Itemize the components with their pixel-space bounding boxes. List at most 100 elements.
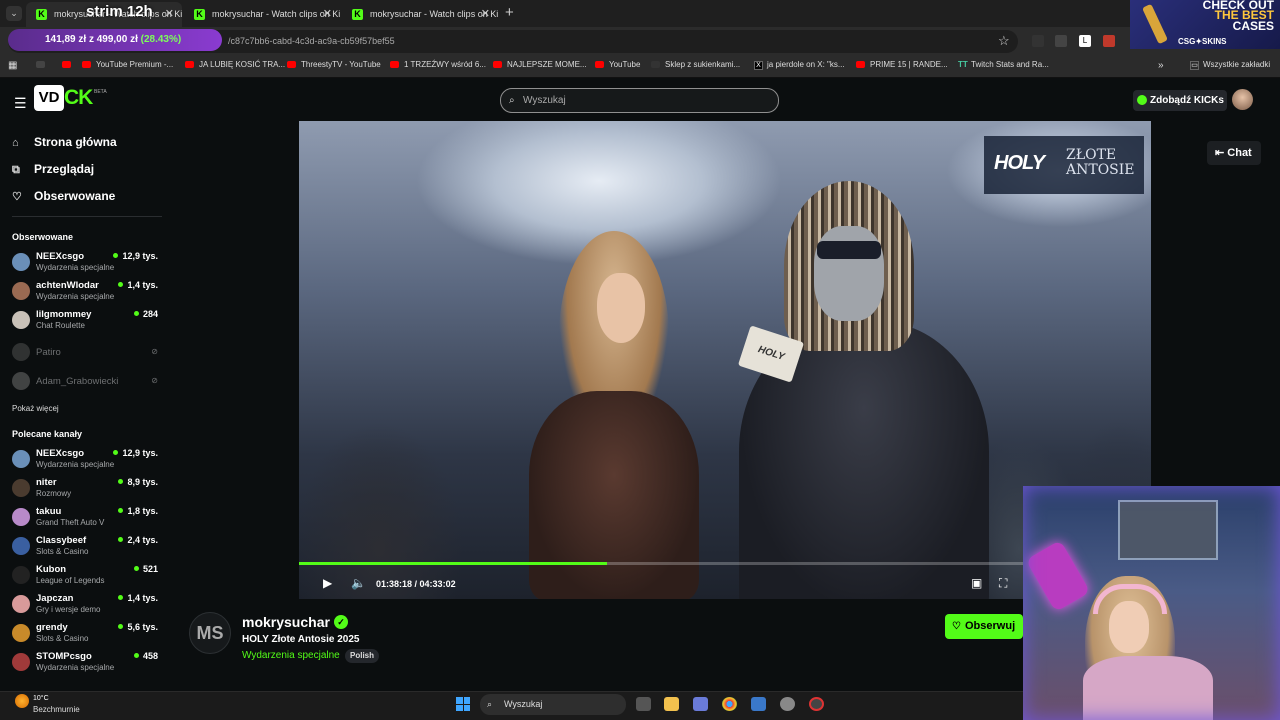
- channel-name: niter: [36, 477, 57, 488]
- kick-logo[interactable]: VD CK BETA: [34, 85, 107, 111]
- channel-name: NEEXcsgo: [36, 448, 85, 459]
- taskbar-search[interactable]: ⌕ Wyszukaj: [480, 694, 626, 715]
- apps-grid-icon[interactable]: ▦: [8, 60, 17, 71]
- chrome-icon[interactable]: [722, 697, 737, 711]
- volume-icon[interactable]: 🔈: [351, 576, 366, 590]
- task-view-icon[interactable]: [636, 697, 651, 711]
- bookmark-label: 1 TRZEŹWY wśród 6...: [404, 60, 486, 69]
- face: [597, 273, 645, 343]
- windows-start-icon[interactable]: [456, 697, 470, 711]
- play-icon[interactable]: ▶: [323, 576, 332, 590]
- nav-browse[interactable]: ⧉ Przeglądaj: [12, 162, 94, 177]
- search-input[interactable]: ⌕ Wyszukaj: [500, 88, 779, 113]
- logo-beta: BETA: [94, 89, 107, 95]
- menu-icon[interactable]: ☰: [14, 95, 27, 112]
- bookmark-label: PRIME 15 | RANDE...: [870, 60, 948, 69]
- price-percent: (28.43%): [140, 34, 182, 45]
- store-icon[interactable]: [693, 697, 708, 711]
- search-icon: ⌕: [509, 95, 515, 106]
- channel-category: Wydarzenia specjalne: [36, 292, 114, 301]
- recommended-channel[interactable]: Kubon League of Legends 521: [12, 564, 162, 590]
- close-tab-icon[interactable]: ✕: [323, 2, 332, 27]
- bookmark-item[interactable]: Sklep z sukienkami...: [651, 60, 740, 69]
- heart-icon: ♡: [952, 621, 961, 632]
- get-kicks-button[interactable]: Zdobądź KICKs: [1133, 90, 1227, 111]
- more-bookmarks-icon[interactable]: »: [1158, 60, 1164, 71]
- show-more-link[interactable]: Pokaż więcej: [12, 404, 59, 413]
- new-tab-button[interactable]: +: [505, 4, 514, 21]
- ad-line-3: CASES: [1232, 19, 1274, 33]
- time-display: 01:38:18 / 04:33:02: [376, 579, 456, 589]
- youtube-icon: [82, 61, 91, 68]
- bookmark-item[interactable]: Xja pierdole on X: "ks...: [754, 60, 845, 70]
- followed-channel-offline[interactable]: Patiro ⊘: [12, 341, 162, 367]
- viewer-count: 521: [134, 564, 158, 574]
- bookmark-item[interactable]: 1 TRZEŹWY wśród 6...: [390, 60, 486, 69]
- youtube-icon: [856, 61, 865, 68]
- close-tab-icon[interactable]: ✕: [165, 2, 174, 27]
- all-bookmarks-folder[interactable]: ▭ Wszystkie zakładki: [1190, 60, 1270, 70]
- followed-channel[interactable]: NEEXcsgo Wydarzenia specjalne 12,9 tys.: [12, 251, 162, 277]
- nav-following[interactable]: ♡ Obserwowane: [12, 189, 115, 203]
- bookmark-item[interactable]: YouTube: [595, 60, 640, 69]
- bookmark-item[interactable]: PRIME 15 | RANDE...: [856, 60, 948, 69]
- recommended-channel[interactable]: Japczan Gry i wersje demo 1,4 tys.: [12, 593, 162, 619]
- channel-category: Slots & Casino: [36, 547, 89, 556]
- youtube-icon: [595, 61, 604, 68]
- weather-icon[interactable]: [15, 694, 29, 708]
- folder-icon: ▭: [1190, 61, 1199, 70]
- fullscreen-icon[interactable]: ⛶: [999, 576, 1007, 591]
- extension-icon[interactable]: [1055, 35, 1067, 47]
- channel-category: Wydarzenia specjalne: [36, 663, 114, 672]
- offline-icon: ⊘: [151, 347, 158, 356]
- followed-channel[interactable]: achtenWlodar Wydarzenia specjalne 1,4 ty…: [12, 280, 162, 306]
- channel-avatar: [12, 450, 30, 468]
- channel-avatar: [12, 282, 30, 300]
- bookmark-item[interactable]: ThreestyTV - YouTube: [287, 60, 381, 69]
- sidebar: ⌂ Strona główna ⧉ Przeglądaj ♡ Obserwowane …: [0, 121, 170, 691]
- close-tab-icon[interactable]: ✕: [481, 2, 490, 27]
- bookmark-item[interactable]: JA LUBIĘ KOSIĆ TRA...: [185, 60, 285, 69]
- extension-icon[interactable]: L: [1079, 35, 1091, 47]
- recommended-channel[interactable]: grendy Slots & Casino 5,6 tys.: [12, 622, 162, 648]
- extension-icon[interactable]: [1032, 35, 1044, 47]
- video-progress-bar[interactable]: [299, 562, 1023, 565]
- bookmark-item[interactable]: [36, 60, 50, 69]
- channel-name[interactable]: mokrysuchar: [242, 614, 330, 630]
- channel-avatar[interactable]: MS: [189, 612, 231, 654]
- extension-icon[interactable]: [1103, 35, 1115, 47]
- followed-channel[interactable]: lilgmommey Chat Roulette 284: [12, 309, 162, 335]
- bookmark-item[interactable]: NAJLEPSZE MOME...: [493, 60, 587, 69]
- app-icon[interactable]: [809, 697, 824, 711]
- channel-avatar: [12, 479, 30, 497]
- browser-tab-3[interactable]: K mokrysuchar - Watch clips on Kick ✕: [342, 2, 498, 27]
- x-icon: X: [754, 61, 763, 70]
- recommended-channel[interactable]: STOMPcsgo Wydarzenia specjalne 458: [12, 651, 162, 677]
- followed-channel-offline[interactable]: Adam_Grabowiecki ⊘: [12, 370, 162, 396]
- bookmark-star-icon[interactable]: ☆: [998, 33, 1010, 49]
- bookmark-item[interactable]: [62, 60, 76, 69]
- recommended-channel[interactable]: Classybeef Slots & Casino 2,4 tys.: [12, 535, 162, 561]
- tab-search-button[interactable]: ⌄: [6, 6, 22, 21]
- language-tag[interactable]: Polish: [345, 649, 380, 663]
- recommended-channel[interactable]: niter Rozmowy 8,9 tys.: [12, 477, 162, 503]
- stream-category[interactable]: Wydarzenia specjalne: [242, 650, 340, 661]
- recommended-channel[interactable]: takuu Grand Theft Auto V 1,8 tys.: [12, 506, 162, 532]
- bookmark-label: JA LUBIĘ KOSIĆ TRA...: [199, 60, 286, 69]
- follow-button[interactable]: ♡ Obserwuj: [945, 614, 1023, 639]
- settings-gear-icon[interactable]: [780, 697, 795, 711]
- bookmark-item[interactable]: TT Twitch Stats and Ra...: [958, 60, 1049, 69]
- bookmark-label: YouTube: [609, 60, 641, 69]
- chat-toggle-button[interactable]: ⇤ Chat: [1207, 141, 1261, 165]
- user-avatar[interactable]: [1232, 89, 1253, 110]
- file-explorer-icon[interactable]: [664, 697, 679, 711]
- logo-box: VD: [34, 85, 64, 111]
- browser-tab-2[interactable]: K mokrysuchar - Watch clips on Kick ✕: [184, 2, 340, 27]
- recommended-channel[interactable]: NEEXcsgo Wydarzenia specjalne 12,9 tys.: [12, 448, 162, 474]
- channel-avatar: [12, 595, 30, 613]
- bookmark-item[interactable]: YouTube Premium -...: [82, 60, 173, 69]
- paint-icon[interactable]: [751, 697, 766, 711]
- kick-favicon-icon: K: [36, 9, 47, 20]
- nav-home[interactable]: ⌂ Strona główna: [12, 135, 117, 149]
- theatre-mode-icon[interactable]: ▣: [971, 576, 982, 590]
